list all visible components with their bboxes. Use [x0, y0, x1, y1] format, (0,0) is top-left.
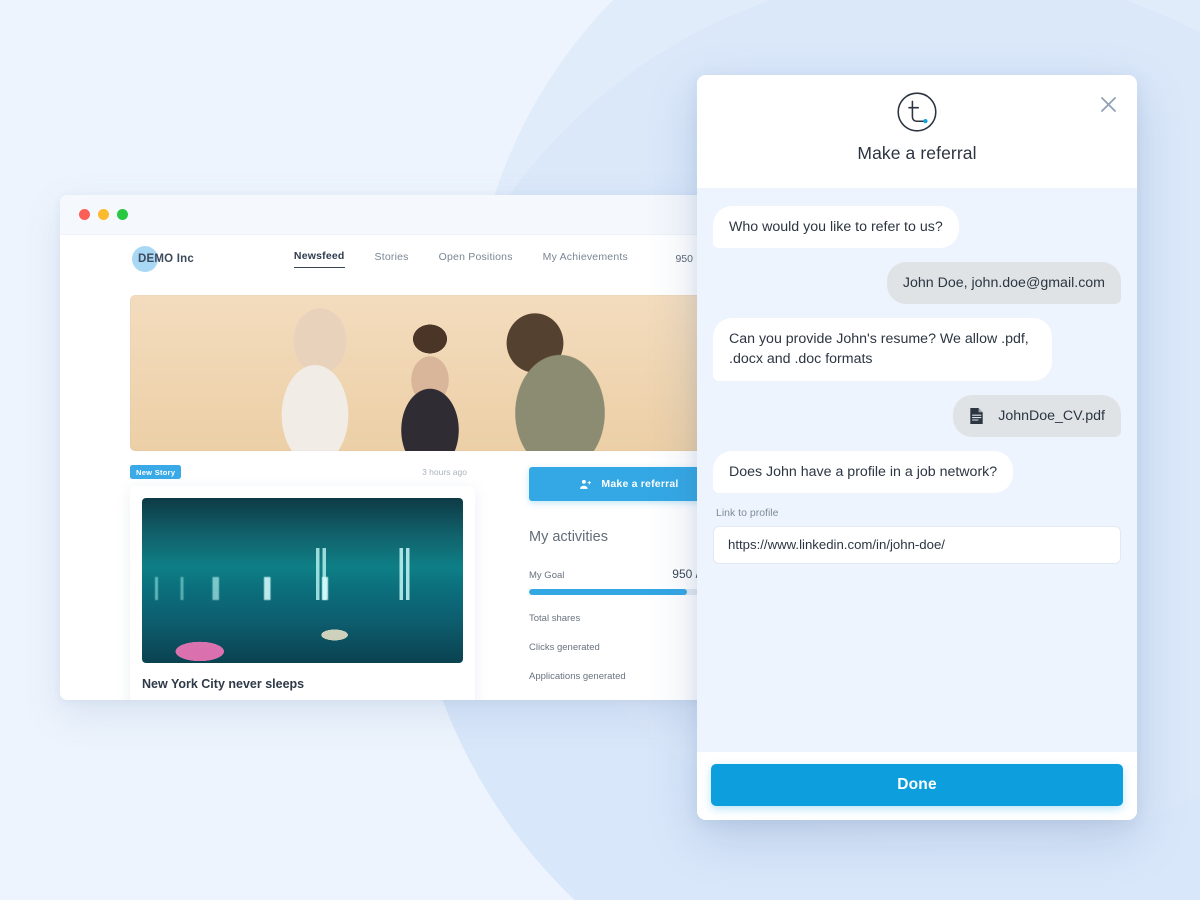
- status-badge: New Story: [130, 465, 182, 479]
- nav-item-open-positions[interactable]: Open Positions: [439, 251, 513, 268]
- goal-label: My Goal: [529, 570, 565, 581]
- nav-item-my-achievements[interactable]: My Achievements: [543, 251, 628, 268]
- nav-item-newsfeed[interactable]: Newsfeed: [293, 250, 345, 268]
- brand-t-logo-icon: [897, 92, 937, 132]
- stat-total-shares: Total shares: [529, 613, 581, 624]
- app-navbar: DEMO Inc Newsfeed Stories Open Positions…: [60, 235, 710, 283]
- window-close-button[interactable]: [79, 209, 90, 220]
- activities-sidebar: Make a referral My activities My Goal 95…: [529, 465, 710, 700]
- story-column: New Story 3 hours ago New York City neve…: [130, 465, 475, 700]
- person-add-icon: [580, 479, 592, 489]
- browser-titlebar: [60, 195, 710, 235]
- bot-message-bubble: Who would you like to refer to us?: [713, 206, 959, 249]
- story-meta: New Story 3 hours ago: [130, 465, 475, 479]
- goal-progress-bar: [529, 589, 710, 595]
- story-tag[interactable]: #NYC: [142, 699, 163, 700]
- file-document-icon: [970, 407, 983, 424]
- story-thumbnail-image: [142, 498, 463, 663]
- chat-message-row: Does John have a profile in a job networ…: [713, 450, 1121, 493]
- coin-count: 950: [675, 253, 693, 265]
- link-to-profile-input[interactable]: [713, 525, 1121, 564]
- user-file-attachment-bubble[interactable]: JohnDoe_CV.pdf: [953, 394, 1121, 437]
- browser-window: DEMO Inc Newsfeed Stories Open Positions…: [60, 195, 710, 700]
- main-nav: Newsfeed Stories Open Positions My Achie…: [293, 250, 710, 268]
- chat-message-row: Who would you like to refer to us?: [713, 206, 1121, 249]
- chat-message-row: JohnDoe_CV.pdf: [713, 394, 1121, 437]
- window-zoom-button[interactable]: [117, 209, 128, 220]
- goal-row: My Goal 950 / 1200: [529, 567, 710, 581]
- brand-label: DEMO Inc: [138, 253, 194, 265]
- story-timestamp: 3 hours ago: [422, 467, 467, 477]
- story-card[interactable]: New York City never sleeps #NYC #Busines…: [130, 486, 475, 700]
- bot-message-bubble: Can you provide John's resume? We allow …: [713, 318, 1052, 381]
- story-tag[interactable]: #BusinessWeekly: [179, 699, 242, 700]
- modal-footer: Done: [697, 752, 1137, 820]
- story-tag[interactable]: #BusinessWeekly: [258, 699, 321, 700]
- make-a-referral-label: Make a referral: [601, 478, 679, 490]
- done-button[interactable]: Done: [711, 764, 1123, 806]
- file-name-label: JohnDoe_CV.pdf: [998, 407, 1105, 424]
- goal-progress-fill: [529, 589, 687, 595]
- story-tags: #NYC #BusinessWeekly #BusinessWeekly: [142, 699, 463, 700]
- chat-message-row: John Doe, john.doe@gmail.com: [713, 262, 1121, 305]
- window-minimize-button[interactable]: [98, 209, 109, 220]
- nav-item-stories[interactable]: Stories: [375, 251, 409, 268]
- make-a-referral-button[interactable]: Make a referral: [529, 467, 710, 501]
- close-button[interactable]: [1095, 91, 1121, 117]
- stat-clicks-generated: Clicks generated: [529, 642, 600, 653]
- hero-banner-image: [130, 295, 710, 451]
- link-to-profile-label: Link to profile: [716, 506, 779, 519]
- story-title: New York City never sleeps: [142, 677, 305, 691]
- modal-header: Make a referral: [697, 75, 1137, 188]
- chat-message-row: Can you provide John's resume? We allow …: [713, 318, 1121, 381]
- modal-title: Make a referral: [857, 143, 977, 163]
- close-icon: [1100, 96, 1116, 112]
- feed-content: New Story 3 hours ago New York City neve…: [60, 465, 710, 700]
- referral-modal: Make a referral Who would you like to re…: [697, 75, 1137, 820]
- activities-heading: My activities: [529, 529, 608, 545]
- stat-applications-generated: Applications generated: [529, 671, 626, 682]
- user-message-bubble: John Doe, john.doe@gmail.com: [886, 262, 1121, 305]
- bot-message-bubble: Does John have a profile in a job networ…: [713, 450, 1014, 493]
- chat-transcript: Who would you like to refer to us? John …: [697, 188, 1137, 752]
- brand-logo[interactable]: DEMO Inc: [138, 253, 194, 265]
